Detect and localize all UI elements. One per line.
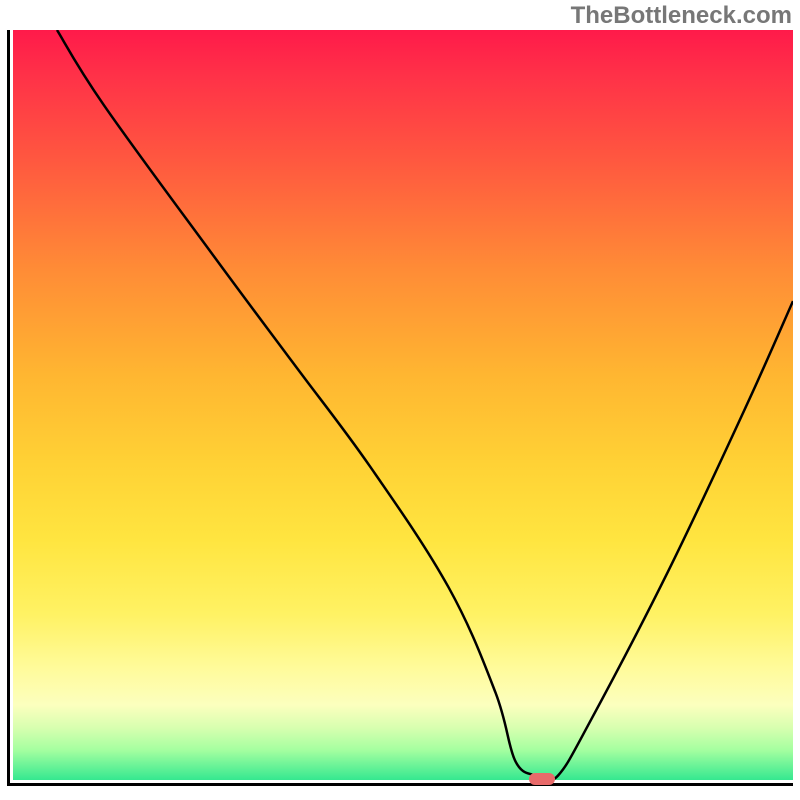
plot-area: [7, 30, 793, 786]
watermark-label: TheBottleneck.com: [571, 2, 792, 30]
curve-layer: [10, 30, 793, 783]
bottleneck-chart: TheBottleneck.com: [0, 0, 800, 800]
optimal-point-marker: [529, 773, 555, 785]
bottleneck-curve-path: [57, 30, 793, 780]
